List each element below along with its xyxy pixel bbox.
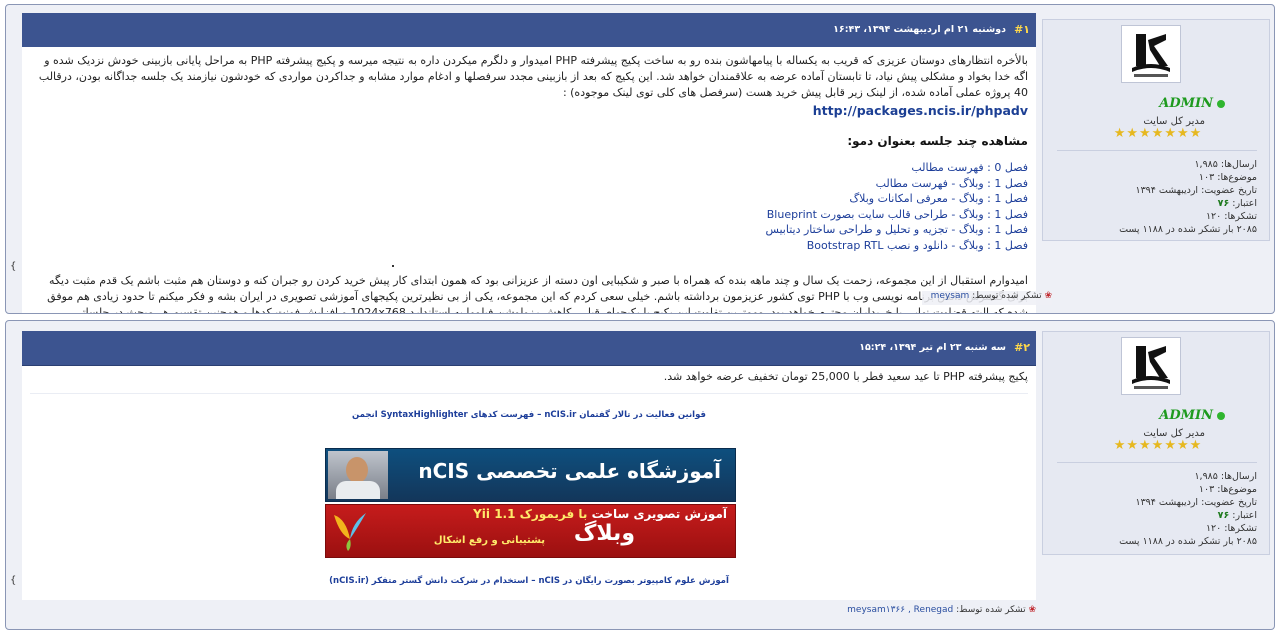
demo-heading: مشاهده چند جلسه بعنوان دمو: (847, 134, 1028, 148)
post-2: ADMIN مدیر کل سایت ★★★★★★★ ارسال‌ها: ۱,۹… (5, 320, 1275, 630)
online-status-icon (1217, 412, 1225, 420)
post-paragraph: بالأخره انتظارهای دوستان عزیزی که قریب ب… (38, 54, 1028, 99)
post-number-link[interactable]: #۱ (1014, 23, 1030, 36)
chapter-link[interactable]: فصل 1 : وبلاگ - تجزیه و تحلیل و طراحی سا… (30, 222, 1028, 238)
user-info-panel: ADMIN مدیر کل سایت ★★★★★★★ ارسال‌ها: ۱,۹… (1042, 19, 1270, 241)
quote-brace-icon: { (10, 575, 17, 586)
banner-line-2: وبلاگ (573, 521, 635, 546)
username[interactable]: ADMIN (1159, 408, 1213, 423)
logo-icon (1122, 26, 1180, 82)
chapter-link[interactable]: فصل 1 : وبلاگ - دانلود و نصب Bootstrap R… (30, 238, 1028, 254)
banner-line-3: پشتیبانی و رفع اشکال (433, 535, 545, 546)
online-status-icon (1217, 100, 1225, 108)
thanks-label: تشکر شده توسط: (956, 605, 1026, 615)
yii-logo-icon (334, 513, 366, 551)
avatar[interactable] (1121, 337, 1181, 395)
stat-topics: موضوع‌ها: ۱۰۳ (1198, 484, 1257, 495)
thanks-bar: ❀ تشکر شده توسط: meysam (922, 291, 1052, 305)
rank-stars-icon: ★★★★★★★ (1113, 438, 1203, 453)
rank-stars-icon: ★★★★★★★ (1113, 126, 1203, 141)
stat-posts: ارسال‌ها: ۱,۹۸۵ (1194, 159, 1257, 170)
reputation-value[interactable]: ۷۶ (1218, 510, 1230, 521)
username[interactable]: ADMIN (1159, 96, 1213, 111)
signature-links[interactable]: قوانین فعالیت در تالار گفتمان nCIS.ir – … (22, 410, 1036, 420)
stat-thanks: تشکرها: ۱۲۰ (1205, 523, 1257, 534)
thanks-names[interactable]: meysam (931, 291, 970, 301)
post-date: سه شنبه ۲۳ ام تیر ۱۳۹۴، ۱۵:۲۴ (859, 342, 1006, 353)
stat-reputation: اعتبار: ۷۶ (1217, 198, 1257, 209)
person-photo (328, 451, 388, 499)
post-number-link[interactable]: #۲ (1014, 341, 1030, 354)
post-header: #۲ سه شنبه ۲۳ ام تیر ۱۳۹۴، ۱۵:۲۴ (22, 331, 1036, 366)
chapter-link[interactable]: فصل 1 : وبلاگ - فهرست مطالب (30, 176, 1028, 192)
user-stats: ارسال‌ها: ۱,۹۸۵ موضوع‌ها: ۱۰۳ تاریخ عضوی… (1119, 470, 1257, 548)
reputation-value[interactable]: ۷۶ (1218, 198, 1230, 209)
banner-line-1: آموزش تصویری ساخت با فریمورک Yii 1.1 (473, 507, 727, 521)
thanks-label: تشکر شده توسط: (972, 291, 1042, 301)
thanks-names[interactable]: meysam۱۳۶۶ , Renegad (847, 605, 953, 615)
chapter-link[interactable]: فصل 1 : وبلاگ - معرفی امکانات وبلاگ (30, 191, 1028, 207)
signature-footer-link[interactable]: آموزش علوم کامپیوتر بصورت رایگان در nCIS… (22, 576, 1036, 586)
stat-reputation: اعتبار: ۷۶ (1217, 510, 1257, 521)
quote-brace-icon: { (10, 261, 17, 272)
stray-dot (392, 265, 394, 267)
heart-icon: ❀ (1044, 291, 1052, 301)
banner-title: آموزشگاه علمی تخصصی nCIS (418, 459, 721, 483)
post-body: بالأخره انتظارهای دوستان عزیزی که قریب ب… (22, 47, 1036, 313)
post-1: ADMIN مدیر کل سایت ★★★★★★★ ارسال‌ها: ۱,۹… (5, 4, 1275, 314)
heart-icon: ❀ (1028, 605, 1036, 615)
post-paragraph-2: امیدوارم استقبال از این مجموعه، زحمت یک … (47, 274, 1028, 313)
user-info-panel: ADMIN مدیر کل سایت ★★★★★★★ ارسال‌ها: ۱,۹… (1042, 331, 1270, 555)
post-body: پکیج پیشرفته PHP تا عید سعید فطر با 25,0… (22, 366, 1036, 600)
stat-thanked: ۲۰۸۵ بار تشکر شده در ۱۱۸۸ پست (1119, 536, 1257, 547)
yii-course-banner[interactable]: آموزش تصویری ساخت با فریمورک Yii 1.1 وبل… (325, 504, 736, 558)
stat-join-date: تاریخ عضویت: اردیبهشت ۱۳۹۴ (1135, 497, 1257, 508)
logo-icon (1122, 338, 1180, 394)
divider (1057, 150, 1257, 151)
user-stats: ارسال‌ها: ۱,۹۸۵ موضوع‌ها: ۱۰۳ تاریخ عضوی… (1119, 158, 1257, 236)
ncis-banner[interactable]: آموزشگاه علمی تخصصی nCIS (325, 448, 736, 502)
divider (1057, 462, 1257, 463)
stat-join-date: تاریخ عضویت: اردیبهشت ۱۳۹۴ (1135, 185, 1257, 196)
stat-posts: ارسال‌ها: ۱,۹۸۵ (1194, 471, 1257, 482)
avatar[interactable] (1121, 25, 1181, 83)
package-link[interactable]: http://packages.ncis.ir/phpadv (30, 103, 1028, 118)
chapter-list: فصل 0 : فهرست مطالب فصل 1 : وبلاگ - فهرس… (30, 160, 1028, 253)
stat-topics: موضوع‌ها: ۱۰۳ (1198, 172, 1257, 183)
post-date: دوشنبه ۲۱ ام اردیبهشت ۱۳۹۴، ۱۶:۴۳ (833, 24, 1006, 35)
chapter-link[interactable]: فصل 0 : فهرست مطالب (30, 160, 1028, 176)
thanks-bar: ❀ تشکر شده توسط: meysam۱۳۶۶ , Renegad (22, 605, 1036, 619)
chapter-link[interactable]: فصل 1 : وبلاگ - طراحی قالب سایت بصورت Bl… (30, 207, 1028, 223)
stat-thanks: تشکرها: ۱۲۰ (1205, 211, 1257, 222)
post-text: پکیج پیشرفته PHP تا عید سعید فطر با 25,0… (30, 370, 1028, 394)
stat-thanked: ۲۰۸۵ بار تشکر شده در ۱۱۸۸ پست (1119, 224, 1257, 235)
post-header: #۱ دوشنبه ۲۱ ام اردیبهشت ۱۳۹۴، ۱۶:۴۳ (22, 13, 1036, 48)
